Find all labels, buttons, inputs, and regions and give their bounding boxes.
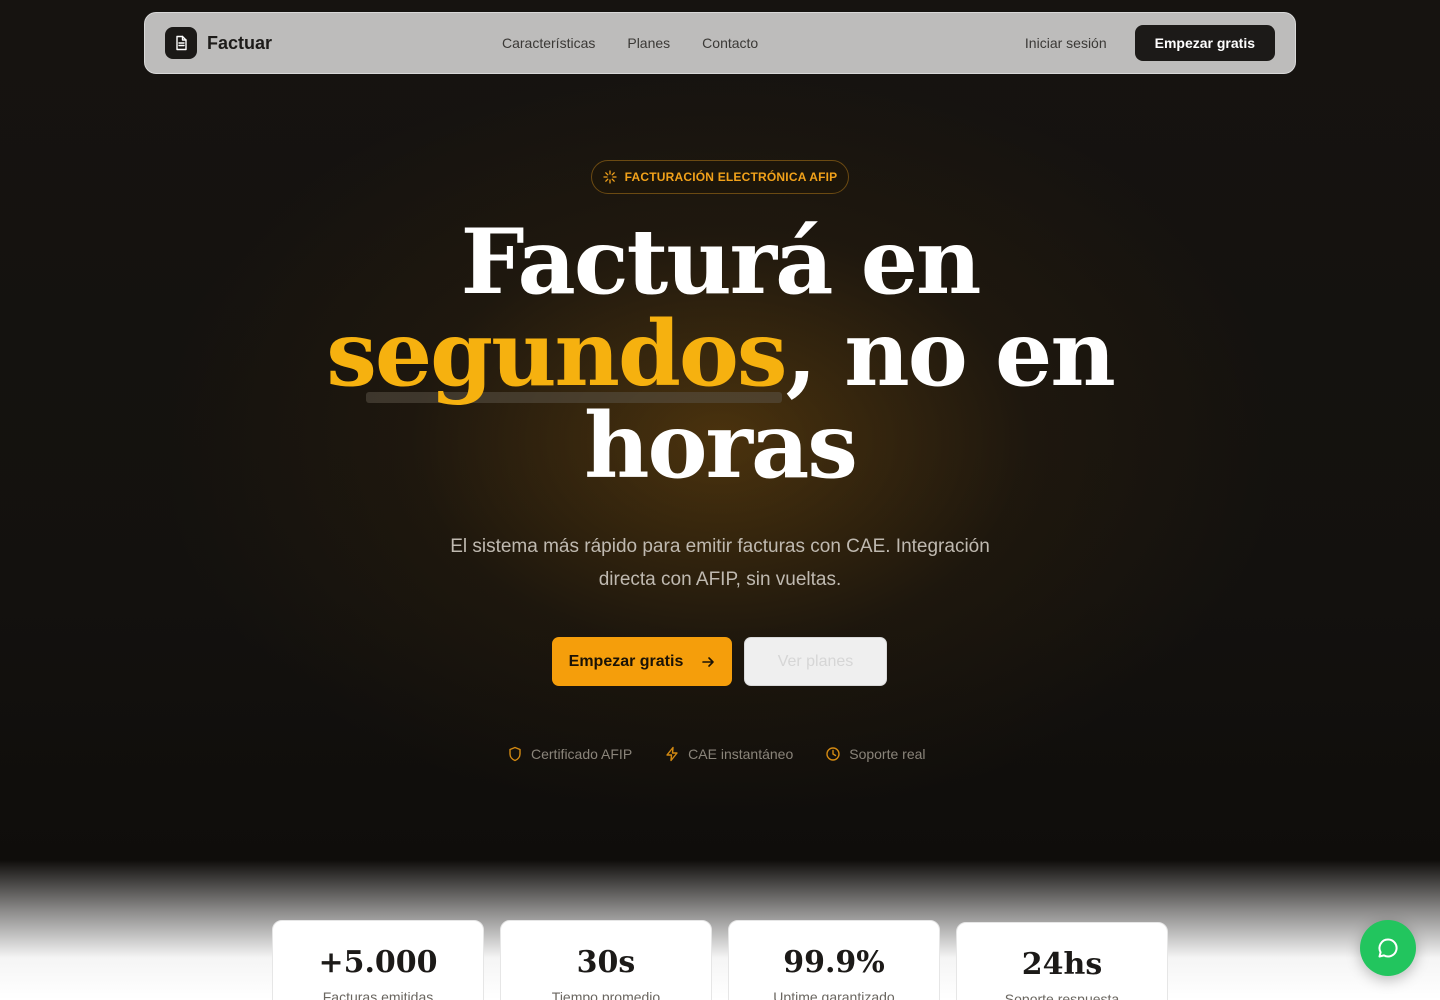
chat-button[interactable] xyxy=(1360,920,1416,976)
clock-icon xyxy=(826,747,840,761)
headline-highlight: segundos xyxy=(326,301,787,407)
trust-label-cae: CAE instantáneo xyxy=(688,746,794,762)
trust-label-support: Soporte real xyxy=(849,746,926,762)
trust-indicators: Certificado AFIP CAE instantáneo Soporte… xyxy=(507,746,926,762)
nav-link-planes[interactable]: Planes xyxy=(627,35,670,51)
stat-label: Facturas emitidas xyxy=(322,989,434,1000)
brand-name: Factuar xyxy=(207,32,273,53)
badge-text: FACTURACIÓN ELECTRÓNICA AFIP xyxy=(624,170,838,184)
stat-value: 24hs xyxy=(1021,947,1103,982)
nav-actions: Iniciar sesión Empezar gratis xyxy=(1025,25,1275,61)
trust-item-cae: CAE instantáneo xyxy=(664,746,793,762)
stat-card-time: 30s Tiempo promedio xyxy=(500,920,712,1000)
shield-icon xyxy=(509,746,521,762)
headline-part-2: , no en xyxy=(785,301,1116,407)
stat-value: +5.000 xyxy=(318,945,438,980)
login-link[interactable]: Iniciar sesión xyxy=(1025,35,1107,51)
stat-label: Soporte respuesta xyxy=(1004,991,1120,1000)
trust-item-support: Soporte real xyxy=(825,746,926,762)
stat-card-invoices: +5.000 Facturas emitidas xyxy=(272,920,484,1000)
stat-label: Tiempo promedio xyxy=(551,989,661,1000)
hero-subtitle: El sistema más rápido para emitir factur… xyxy=(450,536,990,590)
stat-card-uptime: 99.9% Uptime garantizado xyxy=(728,920,940,1000)
stat-label: Uptime garantizado xyxy=(773,989,895,1000)
chat-bubble-icon xyxy=(1378,938,1398,958)
hero-background xyxy=(0,0,1440,1000)
stat-value: 99.9% xyxy=(783,945,885,980)
hero-start-free-label: Empezar gratis xyxy=(568,652,684,670)
stat-card-support: 24hs Soporte respuesta xyxy=(956,922,1168,1000)
nav-links: Características Planes Contacto xyxy=(502,13,758,73)
hero-start-free-button[interactable]: Empezar gratis xyxy=(552,637,732,686)
hero-headline: Facturá en segundos, no en horas xyxy=(220,216,1220,492)
trust-label-afip: Certificado AFIP xyxy=(531,746,633,762)
document-icon xyxy=(165,27,197,59)
headline-part-3: horas xyxy=(584,393,858,499)
nav-link-contacto[interactable]: Contacto xyxy=(702,35,758,51)
nav-link-caracteristicas[interactable]: Características xyxy=(502,35,595,51)
arrow-right-icon xyxy=(702,656,715,667)
lightning-icon xyxy=(666,746,678,762)
afip-badge: FACTURACIÓN ELECTRÓNICA AFIP xyxy=(591,160,849,194)
sparkle-icon xyxy=(602,170,617,184)
stat-value: 30s xyxy=(576,945,636,980)
headline-part-1: Facturá en xyxy=(460,209,982,315)
stats-section-background xyxy=(0,860,1440,1000)
top-navbar: Factuar Características Planes Contacto … xyxy=(144,12,1296,74)
trust-item-afip: Certificado AFIP xyxy=(507,746,632,762)
view-plans-button[interactable]: Ver planes xyxy=(744,637,887,686)
brand-logo[interactable]: Factuar xyxy=(165,27,272,59)
nav-start-free-button[interactable]: Empezar gratis xyxy=(1134,25,1275,61)
